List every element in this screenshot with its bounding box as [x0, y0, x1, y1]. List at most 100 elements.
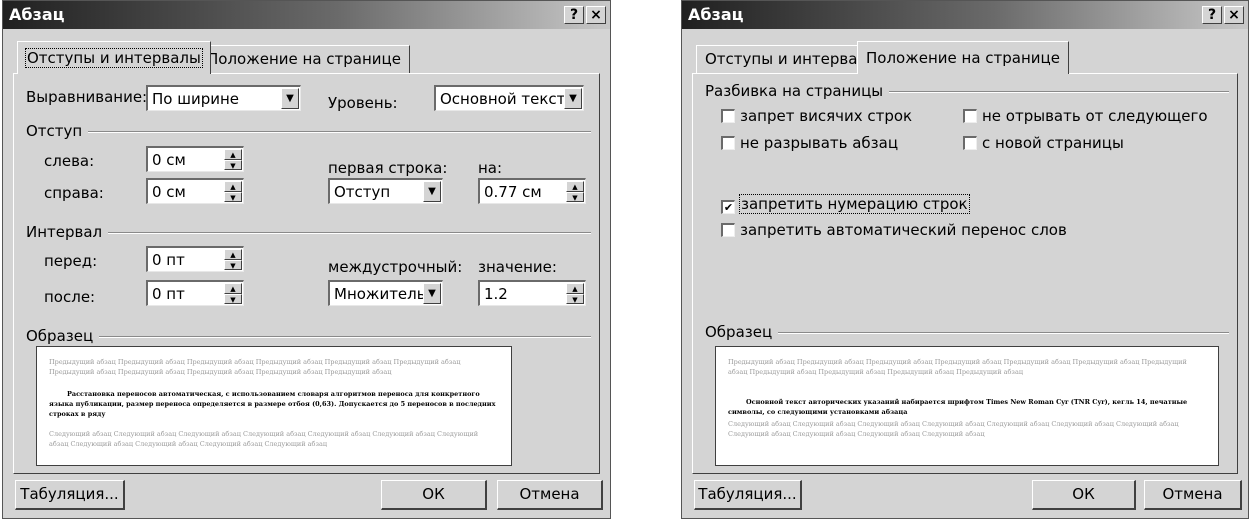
page-break-before-checkbox[interactable]: с новой страницы	[963, 134, 1124, 152]
level-value: Основной текст	[440, 90, 566, 108]
tab-panel: Разбивка на страницы запрет висячих стро…	[692, 73, 1238, 474]
spin-up-icon[interactable]: ▲	[224, 249, 242, 260]
spin-down-icon[interactable]: ▼	[224, 159, 242, 170]
spin-up-icon[interactable]: ▲	[224, 283, 242, 294]
sample-group-title: Образец	[705, 323, 779, 341]
indent-right-spinner[interactable]: ▲ ▼	[224, 181, 242, 202]
spin-down-icon[interactable]: ▼	[566, 293, 584, 304]
spacing-after-input[interactable]: 0 пт ▲ ▼	[146, 280, 244, 306]
dialog-title: Абзац	[9, 5, 65, 24]
ok-button[interactable]: ОК	[1032, 480, 1136, 510]
tab-line-page-breaks-label: Положение на странице	[207, 50, 401, 68]
tabs-button[interactable]: Табуляция...	[15, 480, 125, 510]
checkbox-box[interactable]	[721, 136, 735, 150]
spin-down-icon[interactable]: ▼	[566, 191, 584, 202]
checkbox-box[interactable]	[963, 109, 977, 123]
keep-lines-together-checkbox[interactable]: не разрывать абзац	[721, 134, 898, 152]
help-button[interactable]: ?	[1202, 6, 1222, 24]
spin-up-icon[interactable]: ▲	[566, 283, 584, 294]
tab-line-page-breaks[interactable]: Положение на странице	[857, 41, 1069, 74]
checkbox-box[interactable]	[721, 223, 735, 237]
tab-panel: Выравнивание: По ширине ▼ Уровень: Основ…	[13, 73, 600, 474]
spin-up-icon[interactable]: ▲	[566, 181, 584, 192]
preview-previous-paragraph: Предыдущий абзац Предыдущий абзац Предыд…	[49, 358, 461, 376]
indent-right-label: справа:	[44, 184, 104, 202]
chevron-down-icon[interactable]: ▼	[423, 181, 441, 202]
ok-button[interactable]: ОК	[381, 480, 487, 510]
pagination-group-title: Разбивка на страницы	[705, 82, 890, 100]
title-bar: Абзац ? ×	[682, 1, 1248, 29]
tab-indents-spacing-label: Отступы и интервалы	[25, 48, 203, 68]
level-dropdown[interactable]: Основной текст ▼	[434, 85, 584, 111]
cancel-button[interactable]: Отмена	[497, 480, 603, 510]
sample-preview: Предыдущий абзац Предыдущий абзац Предыд…	[715, 346, 1219, 466]
indent-group: Отступ	[26, 122, 591, 143]
spacing-before-value: 0 пт	[152, 251, 185, 269]
paragraph-dialog-indents: Абзац ? × Отступы и интервалы Положение …	[2, 0, 611, 519]
sample-group: Образец	[705, 323, 1229, 344]
spin-up-icon[interactable]: ▲	[224, 149, 242, 160]
check-mark-icon[interactable]: ✔	[721, 200, 735, 214]
at-label: значение:	[478, 258, 557, 276]
spin-down-icon[interactable]: ▼	[224, 191, 242, 202]
alignment-dropdown[interactable]: По ширине ▼	[146, 85, 301, 111]
preview-next-paragraph: Следующий абзац Следующий абзац Следующи…	[728, 420, 1179, 438]
suppress-line-numbers-checkbox[interactable]: ✔ запретить нумерацию строк	[721, 194, 970, 214]
by-spinner[interactable]: ▲ ▼	[566, 181, 584, 202]
chevron-down-icon[interactable]: ▼	[564, 88, 582, 109]
checkbox-box[interactable]	[721, 109, 735, 123]
keep-with-next-label: не отрывать от следующего	[982, 107, 1208, 125]
tab-indents-spacing[interactable]: Отступы и интервалы	[17, 41, 211, 74]
by-value: 0.77 см	[484, 183, 542, 201]
at-spinner[interactable]: ▲ ▼	[566, 283, 584, 304]
chevron-down-icon[interactable]: ▼	[423, 283, 441, 304]
widow-control-checkbox[interactable]: запрет висячих строк	[721, 107, 912, 125]
level-label: Уровень:	[328, 94, 398, 112]
tab-indents-spacing-label: Отступы и интервалы	[705, 50, 879, 68]
by-input[interactable]: 0.77 см ▲ ▼	[478, 178, 586, 204]
spacing-group-title: Интервал	[26, 223, 109, 241]
checkbox-box[interactable]	[963, 136, 977, 150]
preview-current-paragraph: Расстановка переносов автоматическая, с …	[49, 390, 496, 418]
indent-left-input[interactable]: 0 см ▲ ▼	[146, 146, 244, 172]
line-spacing-label: междустрочный:	[328, 258, 463, 276]
at-value: 1.2	[484, 285, 508, 303]
help-button[interactable]: ?	[564, 6, 584, 24]
first-line-label: первая строка:	[328, 159, 448, 177]
close-button[interactable]: ×	[1224, 6, 1244, 24]
tabs-button[interactable]: Табуляция...	[694, 480, 802, 510]
tab-line-page-breaks-label: Положение на странице	[866, 49, 1060, 67]
indent-left-spinner[interactable]: ▲ ▼	[224, 149, 242, 170]
indent-group-title: Отступ	[26, 122, 89, 140]
cancel-button[interactable]: Отмена	[1144, 480, 1242, 510]
first-line-dropdown[interactable]: Отступ ▼	[328, 178, 443, 204]
spin-down-icon[interactable]: ▼	[224, 293, 242, 304]
line-spacing-dropdown[interactable]: Множитель ▼	[328, 280, 443, 306]
indent-right-input[interactable]: 0 см ▲ ▼	[146, 178, 244, 204]
indent-right-value: 0 см	[152, 183, 186, 201]
chevron-down-icon[interactable]: ▼	[281, 88, 299, 109]
dialog-title: Абзац	[688, 5, 744, 24]
by-label: на:	[478, 159, 503, 177]
dont-hyphenate-label: запретить автоматический перенос слов	[740, 221, 1067, 239]
indent-left-label: слева:	[44, 152, 95, 170]
keep-with-next-checkbox[interactable]: не отрывать от следующего	[963, 107, 1208, 125]
indent-left-value: 0 см	[152, 151, 186, 169]
tab-line-page-breaks[interactable]: Положение на странице	[198, 45, 410, 73]
spin-down-icon[interactable]: ▼	[224, 259, 242, 270]
at-input[interactable]: 1.2 ▲ ▼	[478, 280, 586, 306]
sample-group-title: Образец	[26, 327, 100, 345]
preview-previous-paragraph: Предыдущий абзац Предыдущий абзац Предыд…	[728, 358, 1187, 376]
spacing-after-label: после:	[44, 288, 96, 306]
spacing-after-spinner[interactable]: ▲ ▼	[224, 283, 242, 304]
sample-preview: Предыдущий абзац Предыдущий абзац Предыд…	[36, 346, 512, 466]
spin-up-icon[interactable]: ▲	[224, 181, 242, 192]
pagination-group: Разбивка на страницы	[705, 82, 1229, 103]
preview-current-paragraph: Основной текст авторических указаний наб…	[728, 398, 1188, 416]
close-button[interactable]: ×	[586, 6, 606, 24]
spacing-before-spinner[interactable]: ▲ ▼	[224, 249, 242, 270]
line-spacing-value: Множитель	[334, 285, 426, 303]
dont-hyphenate-checkbox[interactable]: запретить автоматический перенос слов	[721, 221, 1067, 239]
spacing-before-input[interactable]: 0 пт ▲ ▼	[146, 246, 244, 272]
first-line-value: Отступ	[334, 183, 391, 201]
